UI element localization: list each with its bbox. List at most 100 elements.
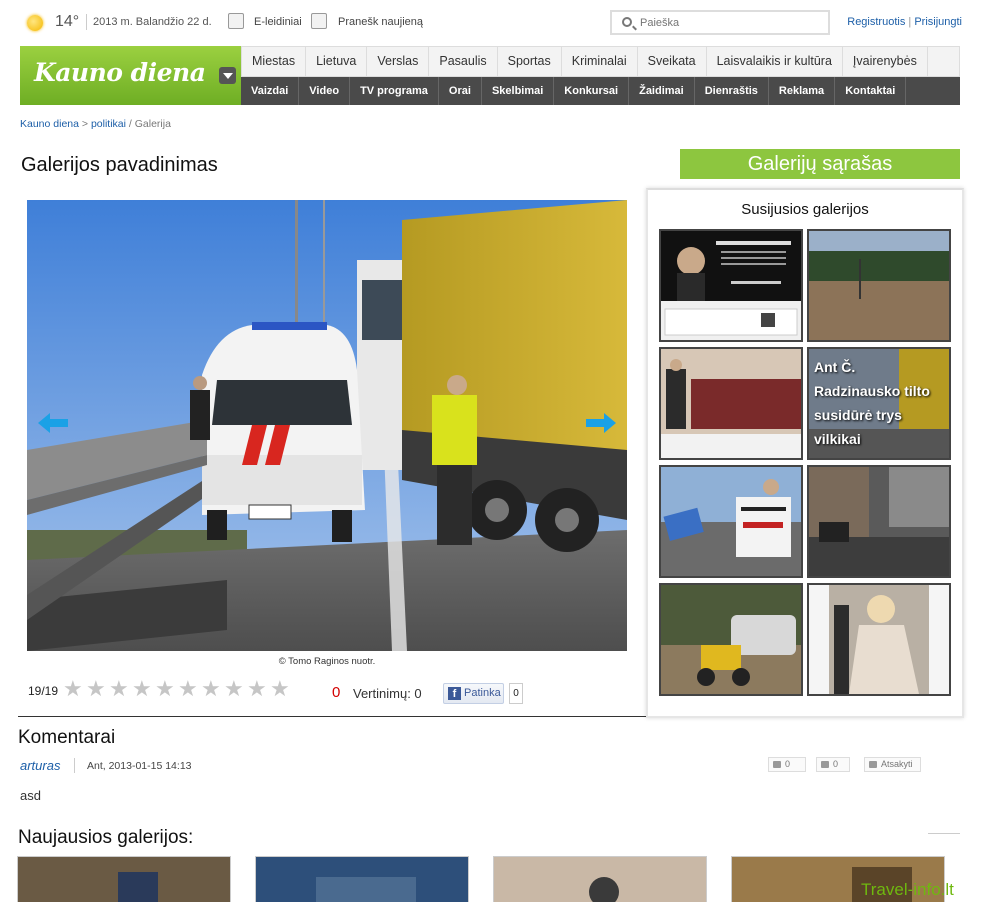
star-icon[interactable]: ★ (109, 679, 129, 701)
latest-gallery-image (18, 857, 230, 902)
gallery-list-header[interactable]: Galerijų sąrašas (680, 149, 960, 179)
woman-in-dress-image (809, 585, 949, 694)
star-icon[interactable]: ★ (201, 679, 221, 701)
breadcrumb: Kauno diena > politikai / Galerija (20, 118, 171, 130)
comment-date: Ant, 2013-01-15 14:13 (87, 760, 192, 772)
chevron-down-icon[interactable] (219, 67, 236, 84)
rating-zero: 0 (332, 684, 341, 701)
related-gallery-thumb[interactable] (659, 229, 803, 342)
breadcrumb-separator: > (78, 118, 91, 130)
logo-text: Kauno diena (34, 58, 206, 87)
subnav-item[interactable]: Video (299, 77, 351, 105)
primary-nav: Miestas Lietuva Verslas Pasaulis Sportas Krim… (241, 46, 960, 77)
nav-item[interactable]: Laisvalaikis ir kultūra (707, 47, 843, 76)
subnav-item[interactable]: Vaizdai (241, 77, 300, 105)
latest-gallery-thumb[interactable] (493, 856, 707, 902)
current-date: 2013 m. Balandžio 22 d. (93, 16, 212, 28)
comment-text: asd (20, 788, 41, 803)
thumbs-down-button[interactable]: 0 (816, 757, 850, 772)
newspaper-icon (228, 13, 244, 29)
facebook-icon: f (448, 687, 461, 700)
nav-item[interactable]: Pasaulis (429, 47, 498, 76)
subnav-item[interactable]: Skelbimai (482, 77, 555, 105)
nav-item[interactable]: Kriminalai (562, 47, 638, 76)
votes-count: Vertinimų: 0 (353, 686, 422, 701)
star-icon[interactable]: ★ (178, 679, 198, 701)
site-logo[interactable]: Kauno diena (20, 46, 241, 105)
temperature: 14° (55, 13, 80, 30)
subnav-item[interactable]: Kontaktai (835, 77, 907, 105)
nav-item[interactable]: Įvairenybės (843, 47, 928, 76)
divider (928, 833, 960, 834)
top-bar: 14° 2013 m. Balandžio 22 d. E-leidiniai … (20, 8, 962, 38)
latest-galleries-title: Naujausios galerijos: (18, 827, 194, 848)
protest-image (661, 467, 801, 576)
breadcrumb-current: Galerija (134, 118, 171, 130)
report-news-link[interactable]: Pranešk naujieną (338, 16, 423, 28)
related-gallery-thumb[interactable] (659, 465, 803, 578)
star-icon[interactable]: ★ (132, 679, 152, 701)
upload-icon (311, 13, 327, 29)
city-street-image (809, 467, 949, 576)
subnav-item[interactable]: Orai (439, 77, 482, 105)
search-icon[interactable] (622, 17, 632, 27)
search-input[interactable] (640, 15, 820, 31)
nav-item[interactable]: Verslas (367, 47, 430, 76)
page-title: Galerijos pavadinimas (21, 154, 218, 176)
thumbs-up-count: 0 (785, 759, 791, 769)
nav-item[interactable]: Miestas (242, 47, 307, 76)
divider (86, 14, 87, 30)
thumbs-up-icon (773, 761, 781, 768)
thumbs-down-count: 0 (833, 759, 839, 769)
next-photo-arrow-icon[interactable] (586, 413, 616, 433)
login-link[interactable]: Prisijungti (914, 16, 962, 28)
related-gallery-thumb[interactable] (807, 465, 951, 578)
reply-label: Atsakyti (881, 759, 913, 769)
landscape-image (809, 231, 949, 340)
related-gallery-thumb[interactable] (807, 583, 951, 696)
subnav-item[interactable]: Žaidimai (629, 77, 695, 105)
divider (18, 716, 646, 717)
search-box[interactable] (610, 10, 830, 35)
related-gallery-thumb[interactable] (659, 583, 803, 696)
breadcrumb-separator: / (125, 118, 135, 130)
subnav-item[interactable]: Dienraštis (695, 77, 769, 105)
divider (74, 758, 75, 773)
comment-author[interactable]: arturas (20, 758, 60, 773)
photo-counter: 19/19 (28, 684, 59, 698)
quad-bike-car-image (661, 585, 801, 694)
star-icon[interactable]: ★ (86, 679, 106, 701)
related-galleries-panel: Susijusios galerijos Ant Č. Radzinausko … (646, 188, 964, 718)
related-galleries-title: Susijusios galerijos (741, 201, 869, 218)
breadcrumb-home[interactable]: Kauno diena (20, 118, 79, 130)
star-icon[interactable]: ★ (63, 679, 83, 701)
nav-item[interactable]: Sveikata (638, 47, 707, 76)
subnav-item[interactable]: Konkursai (554, 77, 630, 105)
like-count: 0 (509, 683, 523, 704)
e-editions-link[interactable]: E-leidiniai (254, 16, 302, 28)
thumbs-up-button[interactable]: 0 (768, 757, 806, 772)
secondary-nav: Vaizdai Video TV programa Orai Skelbimai Konk… (241, 77, 960, 105)
star-icon[interactable]: ★ (224, 679, 244, 701)
related-gallery-thumb[interactable] (807, 229, 951, 342)
subnav-item[interactable]: TV programa (350, 77, 439, 105)
facebook-like-button[interactable]: f Patinka (443, 683, 504, 704)
star-icon[interactable]: ★ (247, 679, 267, 701)
latest-gallery-thumb[interactable] (17, 856, 231, 902)
subnav-item[interactable]: Reklama (769, 77, 836, 105)
register-link[interactable]: Registruotis (847, 16, 905, 28)
star-icon[interactable]: ★ (155, 679, 175, 701)
latest-gallery-image (256, 857, 468, 902)
reply-button[interactable]: Atsakyti (864, 757, 921, 772)
auth-links: Registruotis | Prisijungti (847, 16, 962, 28)
breadcrumb-section[interactable]: politikai (91, 118, 126, 130)
like-label: Patinka (464, 687, 501, 699)
latest-gallery-thumb[interactable] (255, 856, 469, 902)
nav-item[interactable]: Sportas (498, 47, 562, 76)
star-icon[interactable]: ★ (270, 679, 290, 701)
related-gallery-thumb[interactable] (659, 347, 803, 460)
conference-image (661, 349, 801, 458)
related-gallery-thumb[interactable]: Ant Č. Radzinausko tilto susidūrė trys v… (807, 347, 951, 460)
previous-photo-arrow-icon[interactable] (38, 413, 68, 433)
nav-item[interactable]: Lietuva (306, 47, 368, 76)
